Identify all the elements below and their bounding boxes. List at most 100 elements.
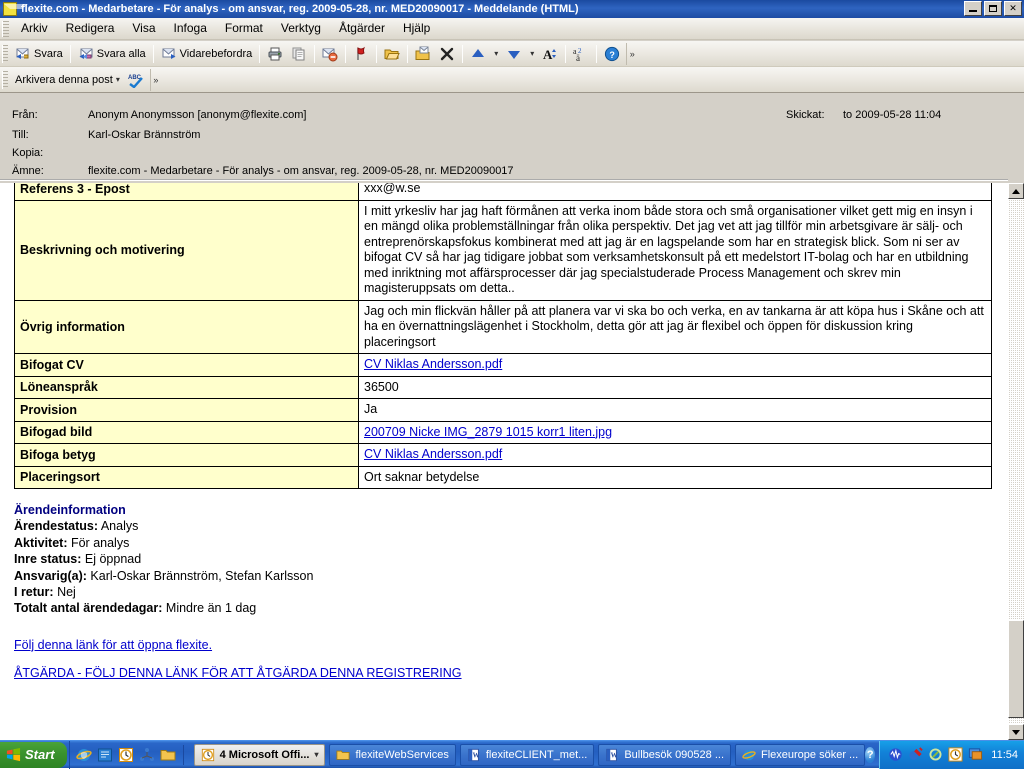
chevron-down-icon: ▾ xyxy=(115,74,120,84)
network-icon[interactable] xyxy=(139,747,155,763)
previous-dropdown-button[interactable]: ▾ xyxy=(490,43,502,65)
case-information-section: Ärendeinformation Ärendestatus: Analys A… xyxy=(14,502,1008,617)
row-key: Övrig information xyxy=(14,299,359,354)
folder-icon xyxy=(336,748,351,762)
row-value: 36500 xyxy=(358,375,992,399)
menu-item-hjalp[interactable]: Hjälp xyxy=(394,19,439,38)
clock-icon[interactable] xyxy=(948,747,963,762)
taskbar-button-label: flexiteWebServices xyxy=(355,748,449,761)
from-value[interactable]: Anonym Anonymsson [anonym@flexite.com] xyxy=(88,109,306,121)
show-desktop-icon[interactable] xyxy=(97,747,113,763)
scroll-down-button[interactable] xyxy=(1008,724,1024,740)
taskbar-button-flexiteclient[interactable]: W flexiteCLIENT_met... xyxy=(459,743,595,766)
archive-post-button[interactable]: Arkivera denna post ▾ xyxy=(11,69,124,91)
row-value: xxx@w.se xyxy=(358,183,992,201)
taskbar-button-office[interactable]: 4 Microsoft Offi... ▾ xyxy=(193,743,326,766)
caret-down-icon xyxy=(1012,729,1020,735)
attachment-link-cv[interactable]: CV Niklas Andersson.pdf xyxy=(364,357,502,371)
minimize-button[interactable] xyxy=(964,1,982,16)
delete-button[interactable] xyxy=(435,43,459,65)
toolbar2-grip[interactable] xyxy=(2,70,8,89)
row-key: Löneanspråk xyxy=(14,375,359,399)
next-item-button[interactable] xyxy=(502,43,526,65)
taskbar: Start 4 Microsoft Offi... ▾ flexiteWebSe… xyxy=(0,740,1024,769)
scroll-up-button[interactable] xyxy=(1008,183,1024,199)
quick-launch-bar xyxy=(68,740,190,769)
toolbar-separator xyxy=(345,44,347,63)
outlook-message-window: flexite.com - Medarbetare - För analys -… xyxy=(0,0,1024,769)
menu-item-format[interactable]: Format xyxy=(216,19,272,38)
attachment-link-image[interactable]: 200709 Nicke IMG_2879 1015 korr1 liten.j… xyxy=(364,425,612,439)
reply-all-button[interactable]: Svara alla xyxy=(74,43,150,65)
block-sender-button[interactable] xyxy=(318,43,342,65)
chevron-down-icon: ▾ xyxy=(314,749,319,759)
table-row: Bifogad bild 200709 Nicke IMG_2879 1015 … xyxy=(14,420,992,444)
translate-button[interactable]: a 2 ä xyxy=(569,43,593,65)
toolbar-separator xyxy=(376,44,378,63)
menu-item-redigera[interactable]: Redigera xyxy=(57,19,124,38)
toolbar-separator xyxy=(565,44,567,63)
case-field-value: Analys xyxy=(100,519,139,534)
toolbar2-overflow-button[interactable]: » xyxy=(149,68,161,91)
scrollbar-thumb[interactable] xyxy=(1008,620,1024,718)
forward-button[interactable]: Vidarebefordra xyxy=(157,43,257,65)
menu-item-visa[interactable]: Visa xyxy=(123,19,164,38)
table-row: Löneanspråk 36500 xyxy=(14,375,992,399)
reply-button[interactable]: Svara xyxy=(11,43,67,65)
open-flexite-link[interactable]: Följ denna länk för att öppna flexite. xyxy=(14,631,1008,659)
taskbar-button-label: 4 Microsoft Offi... xyxy=(219,748,310,761)
menu-item-infoga[interactable]: Infoga xyxy=(165,19,216,38)
row-key: Referens 3 - Epost xyxy=(14,183,359,201)
menu-item-verktyg[interactable]: Verktyg xyxy=(272,19,330,38)
attachment-link-grades[interactable]: CV Niklas Andersson.pdf xyxy=(364,447,502,461)
font-size-button[interactable]: A xyxy=(538,43,562,65)
to-value[interactable]: Karl-Oskar Brännström xyxy=(88,129,200,141)
folder-icon[interactable] xyxy=(160,747,176,763)
print-button[interactable] xyxy=(263,43,287,65)
taskbar-button-bullbesok[interactable]: W Bullbesök 090528 ... xyxy=(598,743,731,766)
antivirus-icon[interactable] xyxy=(908,747,924,762)
case-field-label: I retur: xyxy=(14,585,54,600)
outlook-icon[interactable] xyxy=(118,747,134,763)
font-size-icon: A xyxy=(542,46,558,62)
reply-all-label: Svara alla xyxy=(96,47,146,60)
print-icon xyxy=(267,46,283,62)
menu-grip[interactable] xyxy=(2,20,9,37)
next-dropdown-button[interactable]: ▾ xyxy=(526,43,538,65)
move-to-folder-button[interactable] xyxy=(411,43,435,65)
internet-explorer-icon[interactable] xyxy=(75,747,92,763)
menu-item-atgarder[interactable]: Åtgärder xyxy=(330,19,394,38)
copy-button[interactable] xyxy=(287,43,311,65)
message-body: Referens 3 - Epost xxx@w.se Beskrivning … xyxy=(0,183,1008,740)
close-button[interactable]: ✕ xyxy=(1004,1,1022,16)
spelling-check-button[interactable]: ABC xyxy=(124,69,148,91)
taskbar-button-flexitewebservices[interactable]: flexiteWebServices xyxy=(329,743,456,766)
outlook-icon xyxy=(201,748,215,762)
message-header-pane: Från: Anonym Anonymsson [anonym@flexite.… xyxy=(0,93,1024,181)
toolbar-separator xyxy=(152,44,154,63)
restore-button[interactable] xyxy=(984,1,1002,16)
window-controls: ✕ xyxy=(964,1,1022,16)
display-icon[interactable] xyxy=(968,747,983,762)
toolbar-grip[interactable] xyxy=(2,44,8,63)
previous-item-button[interactable] xyxy=(466,43,490,65)
help-button[interactable]: ? xyxy=(600,43,624,65)
flag-button[interactable] xyxy=(349,43,373,65)
taskbar-help-icon[interactable]: ? xyxy=(865,746,876,763)
menu-item-arkiv[interactable]: Arkiv xyxy=(12,19,57,38)
move-to-folder-icon xyxy=(415,46,431,62)
sound-icon[interactable] xyxy=(888,747,903,762)
toolbar-separator xyxy=(69,44,71,63)
act-on-registration-link[interactable]: ÅTGÄRDA - FÖLJ DENNA LÄNK FÖR ATT ÅTGÄRD… xyxy=(14,659,1008,687)
toolbar-separator xyxy=(259,44,261,63)
shield-icon[interactable] xyxy=(928,747,943,762)
flag-icon xyxy=(353,46,369,62)
taskbar-clock[interactable]: 11:54 xyxy=(991,749,1018,761)
taskbar-button-flexeurope[interactable]: Flexeurope söker ... xyxy=(735,743,866,766)
toolbar-overflow-button[interactable]: » xyxy=(626,42,637,65)
vertical-scrollbar[interactable] xyxy=(1008,183,1024,740)
start-button[interactable]: Start xyxy=(0,741,67,768)
open-folder-button[interactable] xyxy=(380,43,404,65)
word-icon: W xyxy=(605,748,619,762)
row-value: CV Niklas Andersson.pdf xyxy=(358,353,992,377)
